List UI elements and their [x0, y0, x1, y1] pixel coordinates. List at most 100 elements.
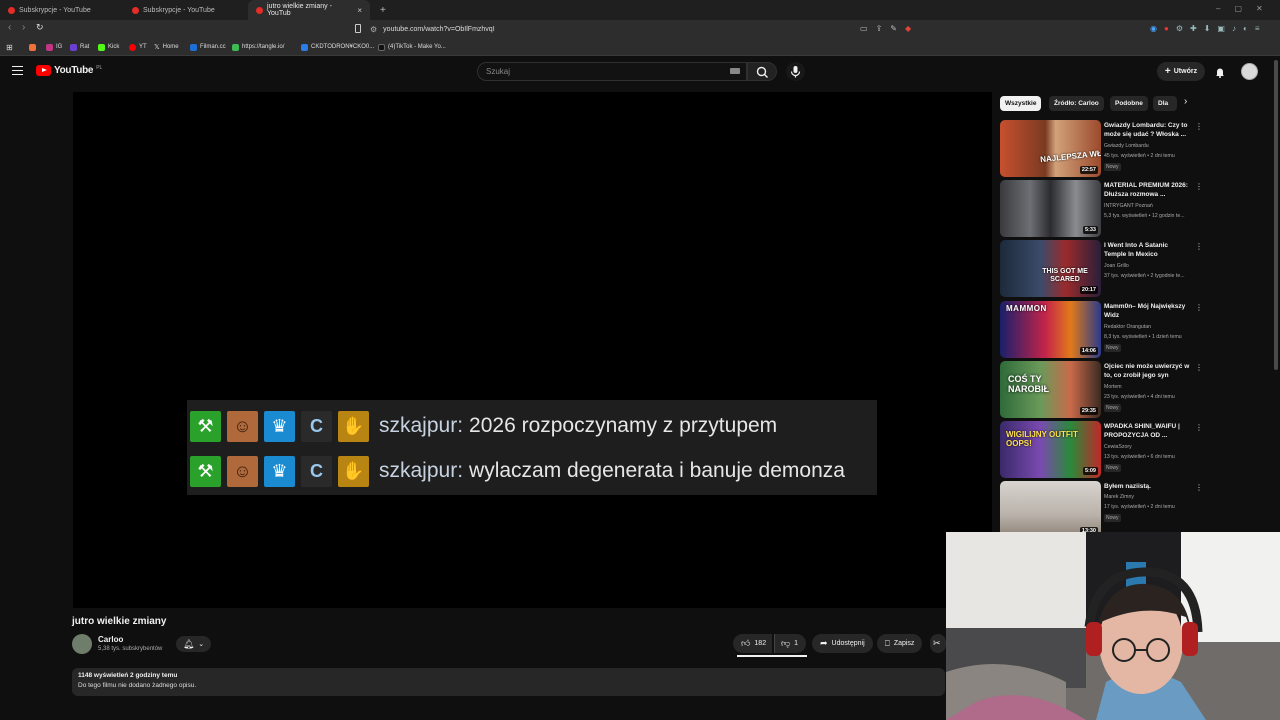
url-field[interactable]: ⚙ youtube.com/watch?v=ObIlFmzhvqI	[370, 22, 910, 37]
video-player[interactable]	[73, 92, 992, 608]
like-button[interactable]: 👍︎ 182	[733, 634, 773, 653]
brave-shield-icon[interactable]: ◆	[905, 24, 911, 33]
bookmark-item[interactable]: Kick	[98, 42, 119, 52]
bookmark-item[interactable]: (4)TikTok - Make Yo...	[378, 42, 446, 52]
chat-text: wylaczam degenerata i banuje demonza	[469, 459, 845, 482]
window-controls[interactable]: –▢✕	[1216, 4, 1277, 13]
recommendation-channel[interactable]: CewiaSzory	[1104, 444, 1132, 450]
recommendation-channel[interactable]: Redaktor Orangutan	[1104, 324, 1151, 330]
more-options-icon[interactable]: ⋮	[1195, 122, 1203, 131]
chip-from-channel[interactable]: Źródło: Carloo	[1049, 96, 1104, 111]
video-thumbnail[interactable]: 13:30	[1000, 481, 1101, 538]
more-options-icon[interactable]: ⋮	[1195, 242, 1203, 251]
recommendation-title[interactable]: Gwiazdy Lombardu: Czy to może się udać ?…	[1104, 121, 1192, 139]
chat-username: szkajpur:	[379, 414, 464, 437]
bookmark-item[interactable]: Rat	[70, 42, 89, 52]
more-options-icon[interactable]: ⋮	[1195, 363, 1203, 372]
recommendation-title[interactable]: Ojciec nie może uwierzyć w to, co zrobił…	[1104, 362, 1192, 380]
recommendation-item[interactable]: THIS GOT ME SCARED 20:17 I Went Into A S…	[1000, 240, 1203, 298]
recommendation-channel[interactable]: Mortem	[1104, 384, 1122, 390]
hamburger-menu-icon[interactable]	[12, 66, 23, 75]
recommendation-title[interactable]: Mamm0n– Mój Największy Widz	[1104, 302, 1192, 320]
new-tab-button[interactable]: +	[372, 0, 394, 20]
sidebar-icon[interactable]: ▣	[1217, 24, 1225, 33]
clip-button[interactable]: ✂	[930, 634, 946, 653]
more-options-icon[interactable]: ⋮	[1195, 483, 1203, 492]
menu-icon[interactable]: ≡	[1255, 24, 1260, 33]
channel-name[interactable]: Carloo	[98, 635, 123, 644]
recommendation-title[interactable]: I Went Into A Satanic Temple In Mexico	[1104, 241, 1192, 259]
description-box[interactable]: 1148 wyświetleń 2 godziny temu Do tego f…	[72, 668, 945, 696]
search-input[interactable]: Szukaj	[477, 62, 747, 81]
more-options-icon[interactable]: ⋮	[1195, 423, 1203, 432]
bookmark-item[interactable]: Filman.cc	[190, 42, 226, 52]
browser-tab[interactable]: Subskrypcje - YouTube	[0, 0, 124, 20]
more-options-icon[interactable]: ⋮	[1195, 182, 1203, 191]
extension-icon[interactable]: ⚙	[1176, 24, 1183, 33]
browser-tab-active[interactable]: jutro wielkie zmiany - YouTub ×	[248, 0, 370, 20]
notifications-bell-icon[interactable]	[1214, 65, 1226, 78]
music-icon[interactable]: ♪	[1232, 24, 1236, 33]
recommendation-channel[interactable]: Marek Zimny	[1104, 494, 1134, 500]
chip-for-you[interactable]: Dla	[1153, 96, 1177, 111]
video-thumbnail[interactable]: 5:33	[1000, 180, 1101, 237]
subscription-bell-button[interactable]: 🔔︎ ⌄	[176, 636, 211, 652]
crown-badge-icon: ♛	[264, 455, 295, 487]
bookmark-item[interactable]: 𝕏 Home	[154, 42, 179, 52]
create-button[interactable]: + Utwórz	[1157, 62, 1205, 81]
bookmark-item[interactable]: https://tangle.io/	[232, 42, 284, 52]
chip-related[interactable]: Podobne	[1110, 96, 1148, 111]
youtube-logo[interactable]: YouTube PL	[36, 65, 102, 76]
edit-icon[interactable]: ✎	[890, 24, 897, 33]
voice-search-button[interactable]	[786, 62, 805, 81]
record-icon[interactable]: ●	[1164, 24, 1169, 33]
puzzle-icon[interactable]: ✚	[1190, 24, 1197, 33]
recommendation-item[interactable]: NAJLEPSZA WŁOSKA PIZ 22:57 Gwiazdy Lomba…	[1000, 120, 1203, 178]
audio-icon[interactable]: ◉	[1150, 24, 1157, 33]
recommendation-item[interactable]: 13:30 Byłem naziistą. Marek Zimny 17 tys…	[1000, 481, 1203, 539]
forward-arrow-icon[interactable]: ›	[22, 22, 25, 33]
site-info-icon[interactable]: ⚙	[370, 25, 377, 34]
bookmark-icon[interactable]	[355, 24, 361, 33]
video-thumbnail[interactable]: NAJLEPSZA WŁOSKA PIZ 22:57	[1000, 120, 1101, 177]
close-tab-icon[interactable]: ×	[357, 6, 362, 15]
recommendation-title[interactable]: MATERIAL PREMIUM 2026: Dłuższa rozmowa .…	[1104, 181, 1192, 199]
recommendation-item[interactable]: WIGILIJNY OUTFIT OOPS! 5:09 WPADKA SHINI…	[1000, 421, 1203, 479]
recommendation-title[interactable]: WPADKA SHINI_WAIFU | PROPOZYCJA OD ...	[1104, 422, 1192, 440]
bookmark-item[interactable]	[29, 42, 36, 52]
video-thumbnail[interactable]: COŚ TY NAROBIŁ 29:35	[1000, 361, 1101, 418]
bookmark-item[interactable]: IG	[46, 42, 62, 52]
back-arrow-icon[interactable]: ‹	[8, 22, 11, 33]
account-avatar[interactable]	[1241, 63, 1258, 80]
browser-tab[interactable]: Subskrypcje - YouTube	[124, 0, 248, 20]
video-thumbnail[interactable]: WIGILIJNY OUTFIT OOPS! 5:09	[1000, 421, 1101, 478]
video-thumbnail[interactable]: MAMMON 14:06	[1000, 301, 1101, 358]
recommendation-item[interactable]: COŚ TY NAROBIŁ 29:35 Ojciec nie może uwi…	[1000, 361, 1203, 419]
install-icon[interactable]: ▭	[860, 24, 868, 33]
save-button[interactable]: ⎕ Zapisz	[877, 634, 923, 653]
chevron-right-icon[interactable]: ›	[1184, 96, 1187, 107]
recommendation-item[interactable]: 5:33 MATERIAL PREMIUM 2026: Dłuższa rozm…	[1000, 180, 1203, 238]
more-options-icon[interactable]: ⋮	[1195, 303, 1203, 312]
reload-icon[interactable]: ↻	[36, 22, 44, 33]
channel-avatar[interactable]	[72, 634, 92, 654]
chip-all[interactable]: Wszystkie	[1000, 96, 1042, 111]
recommendation-item[interactable]: MAMMON 14:06 Mamm0n– Mój Największy Widz…	[1000, 301, 1203, 359]
video-thumbnail[interactable]: THIS GOT ME SCARED 20:17	[1000, 240, 1101, 297]
share-button[interactable]: ➦ Udostępnij	[812, 634, 873, 653]
share-icon[interactable]: ⇪	[876, 24, 883, 33]
recommendation-channel[interactable]: Joan Grillo	[1104, 263, 1129, 269]
recommendation-channel[interactable]: Gwiazdy Lombardu	[1104, 143, 1149, 149]
recommendation-channel[interactable]: INTRYGANT Poznań	[1104, 203, 1153, 209]
page-scrollbar[interactable]	[1274, 60, 1278, 370]
recommendation-title[interactable]: Byłem naziistą.	[1104, 482, 1192, 491]
keyboard-icon[interactable]	[730, 68, 740, 74]
apps-grid-icon[interactable]: ⊞	[6, 42, 13, 52]
new-badge: Nowy	[1104, 163, 1121, 171]
bookmark-item[interactable]: CKDTODRON¥CKO0...	[301, 42, 374, 52]
search-button[interactable]	[747, 62, 777, 81]
dislike-button[interactable]: 👎︎ 1	[774, 634, 807, 653]
download-icon[interactable]: ⬇	[1204, 24, 1211, 33]
wallet-icon[interactable]: ◐	[1243, 24, 1248, 33]
bookmark-item[interactable]: YT	[129, 42, 147, 52]
